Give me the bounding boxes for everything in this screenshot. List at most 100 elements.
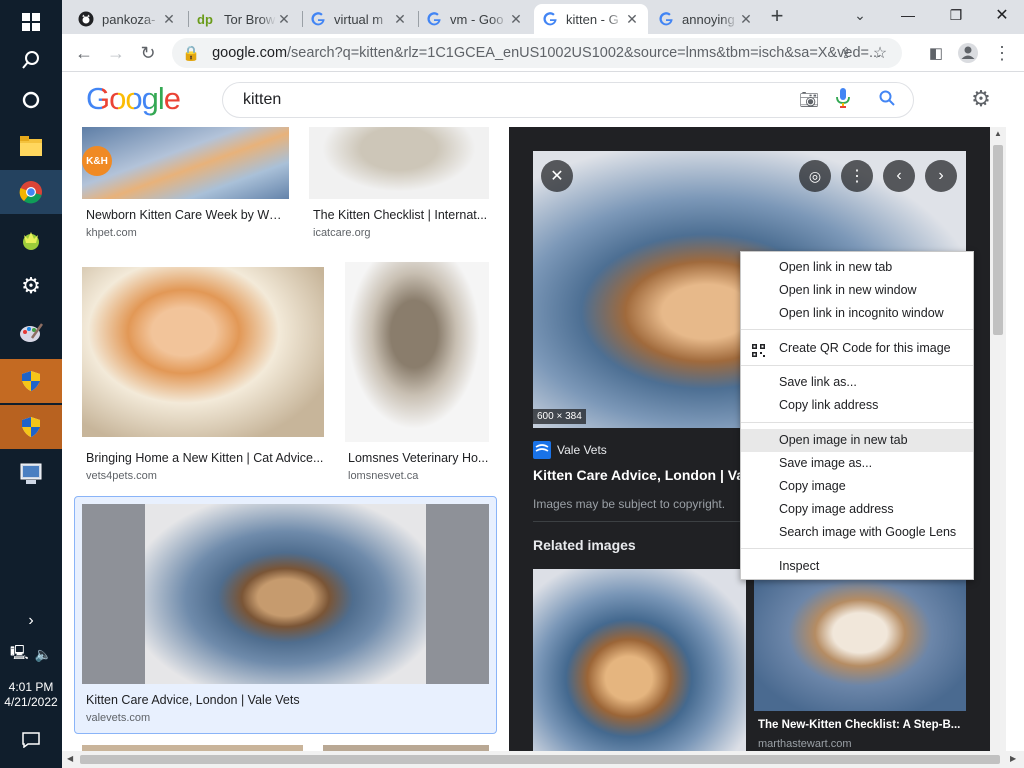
- next-image-button[interactable]: ›: [925, 160, 957, 192]
- menu-save-link-as[interactable]: Save link as...: [741, 371, 973, 394]
- scrollbar-thumb[interactable]: [993, 145, 1003, 335]
- taskbar-security-1[interactable]: [0, 359, 62, 403]
- result-site-4[interactable]: lomsnesvet.ca: [348, 470, 418, 482]
- tab-1[interactable]: dp Tor Brow ✕: [186, 4, 300, 34]
- lens-button[interactable]: ◎: [799, 160, 831, 192]
- taskbar-settings[interactable]: ⚙: [0, 264, 62, 308]
- more-options-button[interactable]: ⋮: [841, 160, 873, 192]
- window-close-button[interactable]: ✕: [990, 3, 1014, 27]
- previous-image-button[interactable]: ‹: [883, 160, 915, 192]
- tab-title: virtual m: [334, 11, 384, 27]
- address-bar[interactable]: 🔒 google.com/search?q=kitten&rlz=1C1GCEA…: [172, 38, 902, 68]
- result-title-4[interactable]: Lomsnes Veterinary Ho...: [348, 451, 489, 465]
- network-icon[interactable]: 🖳: [10, 642, 29, 666]
- tab-5[interactable]: annoying ✕: [650, 4, 762, 34]
- result-title-5[interactable]: Kitten Care Advice, London | Vale Vets: [86, 693, 486, 707]
- menu-open-link-incognito[interactable]: Open link in incognito window: [741, 302, 973, 325]
- close-icon[interactable]: ✕: [276, 11, 292, 28]
- search-icon[interactable]: [861, 90, 913, 111]
- result-site-1[interactable]: khpet.com: [86, 227, 137, 239]
- source-row[interactable]: Vale Vets: [533, 441, 607, 459]
- tab-4-active[interactable]: kitten - G ✕: [534, 4, 648, 34]
- menu-create-qr-code[interactable]: Create QR Code for this image: [741, 337, 973, 360]
- forward-button[interactable]: →: [104, 41, 128, 65]
- side-panel-button[interactable]: ◧: [924, 41, 948, 65]
- preview-title[interactable]: Kitten Care Advice, London | Va: [533, 467, 743, 483]
- back-button[interactable]: ←: [72, 41, 96, 65]
- taskbar-chrome[interactable]: [0, 170, 62, 214]
- taskbar-security-2[interactable]: [0, 405, 62, 449]
- taskbar-file-explorer[interactable]: [0, 124, 62, 168]
- scroll-left-icon[interactable]: ◀: [67, 754, 73, 763]
- vertical-scrollbar[interactable]: ▲: [990, 127, 1006, 751]
- share-button[interactable]: ⇪: [834, 41, 858, 65]
- search-box[interactable]: kitten 📷︎: [222, 82, 914, 118]
- minimize-button[interactable]: —: [896, 3, 920, 27]
- chrome-menu-button[interactable]: ⋮: [990, 41, 1014, 65]
- close-preview-button[interactable]: ✕: [541, 160, 573, 192]
- horizontal-scrollbar[interactable]: ◀ ▶: [62, 751, 1024, 768]
- microphone-icon[interactable]: [825, 87, 861, 113]
- menu-copy-image[interactable]: Copy image: [741, 475, 973, 498]
- related-site-2[interactable]: marthastewart.com: [758, 738, 852, 750]
- result-title-3[interactable]: Bringing Home a New Kitten | Cat Advice.…: [86, 451, 324, 465]
- result-title-2[interactable]: The Kitten Checklist | Internat...: [313, 208, 489, 222]
- bookmark-button[interactable]: ☆: [868, 41, 892, 65]
- selected-result[interactable]: Kitten Care Advice, London | Vale Vets v…: [74, 496, 497, 734]
- close-icon[interactable]: ✕: [392, 11, 408, 28]
- related-title-2[interactable]: The New-Kitten Checklist: A Step-B...: [758, 719, 966, 731]
- result-thumbnail-4[interactable]: [345, 262, 489, 442]
- menu-copy-link-address[interactable]: Copy link address: [741, 394, 973, 417]
- related-heading: Related images: [533, 537, 636, 553]
- cortana-button[interactable]: [0, 78, 62, 122]
- new-tab-button[interactable]: +: [765, 3, 789, 28]
- menu-open-image-new-tab[interactable]: Open image in new tab: [741, 429, 973, 452]
- reload-icon: ↻: [140, 42, 156, 63]
- menu-copy-image-address[interactable]: Copy image address: [741, 498, 973, 521]
- menu-save-image-as[interactable]: Save image as...: [741, 452, 973, 475]
- taskbar-app-green[interactable]: [0, 218, 62, 262]
- taskbar-remote-desktop[interactable]: [0, 452, 62, 496]
- related-image-2[interactable]: [754, 569, 966, 711]
- close-icon[interactable]: ✕: [161, 11, 177, 28]
- result-site-2[interactable]: icatcare.org: [313, 227, 370, 239]
- scroll-right-icon[interactable]: ▶: [1010, 754, 1016, 763]
- close-icon[interactable]: ✕: [624, 11, 640, 28]
- scroll-up-icon[interactable]: ▲: [994, 129, 1002, 138]
- google-logo[interactable]: Google: [86, 81, 181, 117]
- result-site-3[interactable]: vets4pets.com: [86, 470, 157, 482]
- related-image-1[interactable]: [533, 569, 746, 751]
- menu-open-link-new-tab[interactable]: Open link in new tab: [741, 256, 973, 279]
- close-icon[interactable]: ✕: [508, 11, 524, 28]
- result-thumbnail-3[interactable]: [82, 267, 324, 437]
- tab-2[interactable]: virtual m ✕: [302, 4, 416, 34]
- result-thumbnail-2[interactable]: [309, 127, 489, 199]
- scrollbar-thumb[interactable]: [80, 755, 1000, 764]
- settings-button[interactable]: ⚙: [969, 86, 993, 111]
- taskbar-paint[interactable]: [0, 311, 62, 355]
- system-tray[interactable]: 🖳 🔈: [0, 640, 62, 668]
- tab-search-button[interactable]: ⌄: [848, 3, 872, 27]
- taskbar-clock[interactable]: 4:01 PM 4/21/2022: [0, 680, 62, 710]
- show-hidden-icons[interactable]: ›: [0, 608, 62, 634]
- clock-date: 4/21/2022: [4, 695, 58, 709]
- profile-button[interactable]: [956, 41, 980, 65]
- search-button[interactable]: [0, 38, 62, 82]
- reload-button[interactable]: ↻: [136, 41, 160, 65]
- result-title-1[interactable]: Newborn Kitten Care Week by Wee...: [86, 208, 288, 222]
- result-thumbnail-5[interactable]: [82, 504, 489, 684]
- menu-search-image-lens[interactable]: Search image with Google Lens: [741, 521, 973, 544]
- menu-inspect[interactable]: Inspect: [741, 555, 973, 578]
- volume-icon[interactable]: 🔈: [35, 646, 52, 663]
- action-center-button[interactable]: [0, 718, 62, 762]
- tab-3[interactable]: vm - Goo ✕: [418, 4, 532, 34]
- menu-open-link-new-window[interactable]: Open link in new window: [741, 279, 973, 302]
- camera-icon[interactable]: 📷︎: [793, 90, 825, 110]
- restore-button[interactable]: ❐: [944, 3, 968, 27]
- tab-0[interactable]: pankoza- ✕: [70, 4, 185, 34]
- result-site-5[interactable]: valevets.com: [86, 712, 150, 724]
- close-icon[interactable]: ✕: [738, 11, 754, 28]
- clock-time: 4:01 PM: [8, 680, 54, 694]
- lock-icon[interactable]: 🔒: [182, 45, 200, 62]
- result-thumbnail-1[interactable]: K&H: [82, 127, 289, 199]
